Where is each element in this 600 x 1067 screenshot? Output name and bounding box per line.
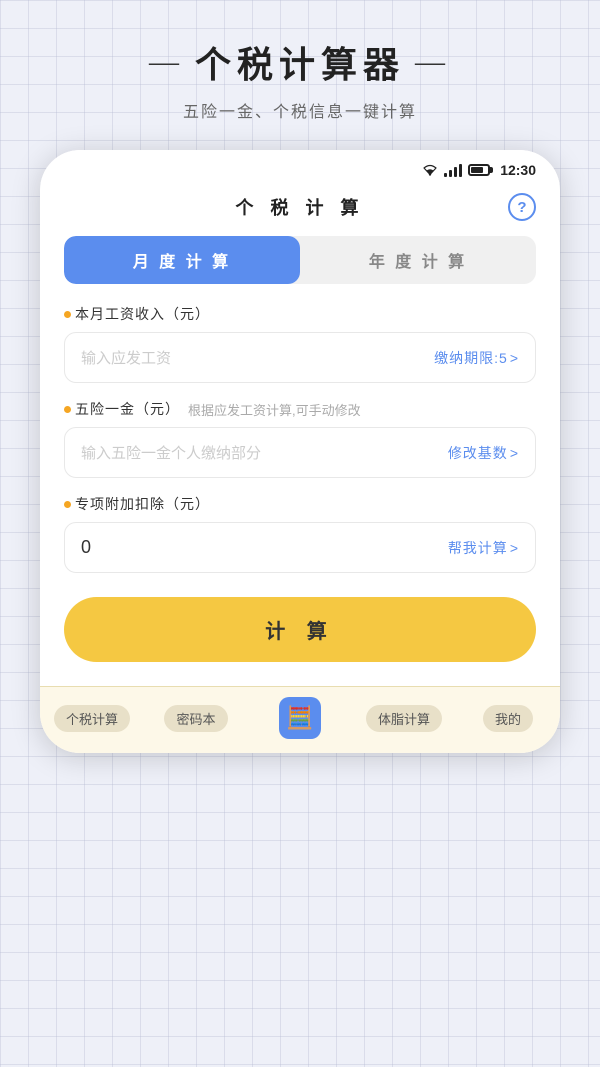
salary-chevron: > — [510, 350, 519, 366]
field-dot-deduction — [64, 501, 71, 508]
nav-item-mine[interactable]: 我的 — [456, 705, 560, 732]
page-wrapper: — 个税计算器 — 五险一金、个税信息一键计算 — [0, 0, 600, 753]
salary-input-box[interactable]: 输入应发工资 缴纳期限:5 > — [64, 332, 536, 383]
salary-action-text: 缴纳期限:5 — [434, 348, 508, 368]
phone-frame: 12:30 个 税 计 算 ? 月 度 计 算 年 度 计 算 本月工资收入（元… — [40, 150, 560, 753]
calculate-button[interactable]: 计 算 — [64, 597, 536, 662]
deduction-action-text: 帮我计算 — [448, 538, 508, 558]
tabs-row: 月 度 计 算 年 度 计 算 — [64, 236, 536, 284]
wifi-icon — [422, 164, 438, 177]
nav-item-calculator[interactable]: 🧮 — [248, 697, 352, 739]
field-deduction-label: 专项附加扣除（元） — [64, 494, 536, 514]
bottom-nav: 个税计算 密码本 🧮 体脂计算 我的 — [40, 686, 560, 753]
salary-placeholder: 输入应发工资 — [81, 347, 171, 368]
nav-item-tax[interactable]: 个税计算 — [40, 705, 144, 732]
field-salary-label-text: 本月工资收入（元） — [75, 304, 210, 324]
insurance-chevron: > — [510, 445, 519, 461]
field-deduction-label-text: 专项附加扣除（元） — [75, 494, 210, 514]
tab-annual[interactable]: 年 度 计 算 — [300, 236, 536, 284]
title-dash-right: — — [415, 45, 451, 79]
help-button[interactable]: ? — [508, 193, 536, 221]
field-salary: 本月工资收入（元） 输入应发工资 缴纳期限:5 > — [64, 304, 536, 383]
insurance-input-box[interactable]: 输入五险一金个人缴纳部分 修改基数 > — [64, 427, 536, 478]
nav-pill-password: 密码本 — [164, 705, 227, 732]
nav-pill-bmi: 体脂计算 — [366, 705, 442, 732]
battery-icon — [468, 164, 490, 176]
nav-icon-calculator-bg: 🧮 — [279, 697, 321, 739]
deduction-action[interactable]: 帮我计算 > — [448, 538, 519, 558]
insurance-placeholder: 输入五险一金个人缴纳部分 — [81, 442, 261, 463]
calculator-icon: 🧮 — [286, 705, 313, 731]
insurance-action-text: 修改基数 — [448, 443, 508, 463]
nav-pill-mine: 我的 — [483, 705, 533, 732]
nav-item-password[interactable]: 密码本 — [144, 705, 248, 732]
phone-content: 个 税 计 算 ? 月 度 计 算 年 度 计 算 本月工资收入（元） 输入应发… — [40, 184, 560, 686]
nav-item-bmi[interactable]: 体脂计算 — [352, 705, 456, 732]
signal-icon — [444, 163, 462, 177]
app-header: — 个税计算器 — 五险一金、个税信息一键计算 — [0, 0, 600, 140]
field-insurance-label: 五险一金（元） 根据应发工资计算,可手动修改 — [64, 399, 536, 419]
page-title: 个 税 计 算 — [235, 194, 364, 220]
nav-pill-tax: 个税计算 — [54, 705, 130, 732]
deduction-value: 0 — [81, 537, 91, 558]
field-dot-insurance — [64, 406, 71, 413]
status-time: 12:30 — [500, 162, 536, 178]
field-deduction: 专项附加扣除（元） 0 帮我计算 > — [64, 494, 536, 573]
title-dash-left: — — [149, 45, 185, 79]
tab-monthly[interactable]: 月 度 计 算 — [64, 236, 300, 284]
status-bar: 12:30 — [40, 150, 560, 184]
app-title: — 个税计算器 — — [149, 36, 451, 88]
salary-action[interactable]: 缴纳期限:5 > — [434, 348, 519, 368]
field-dot-salary — [64, 311, 71, 318]
page-title-row: 个 税 计 算 ? — [64, 184, 536, 236]
field-insurance: 五险一金（元） 根据应发工资计算,可手动修改 输入五险一金个人缴纳部分 修改基数… — [64, 399, 536, 478]
field-salary-label: 本月工资收入（元） — [64, 304, 536, 324]
deduction-input-box[interactable]: 0 帮我计算 > — [64, 522, 536, 573]
insurance-action[interactable]: 修改基数 > — [448, 443, 519, 463]
field-insurance-label-text: 五险一金（元） — [75, 399, 180, 419]
field-insurance-sub: 根据应发工资计算,可手动修改 — [188, 400, 361, 419]
app-title-text: 个税计算器 — [195, 36, 405, 88]
deduction-chevron: > — [510, 540, 519, 556]
app-subtitle: 五险一金、个税信息一键计算 — [183, 98, 417, 122]
